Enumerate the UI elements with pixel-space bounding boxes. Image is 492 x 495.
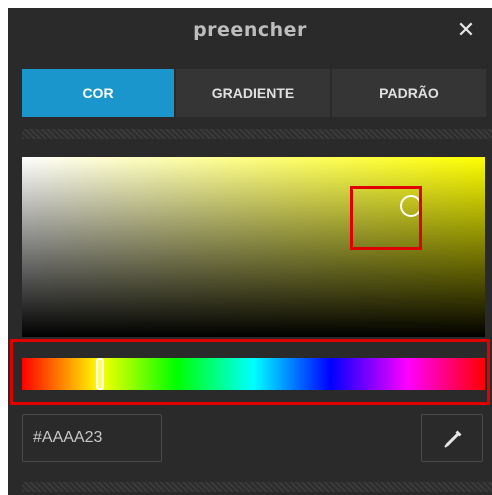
color-picker-handle[interactable] [399, 194, 422, 217]
dialog-header: preencher ✕ [8, 8, 492, 60]
tab-gradiente[interactable]: GRADIENTE [174, 69, 330, 117]
hue-slider[interactable] [22, 358, 485, 390]
divider-pattern-bottom [22, 482, 492, 492]
dialog-title: preencher [193, 19, 307, 41]
tab-padrao[interactable]: PADRÃO [330, 69, 486, 117]
saturation-brightness-area[interactable] [22, 157, 485, 337]
hue-slider-handle[interactable] [96, 358, 105, 390]
fill-type-tabs: COR GRADIENTE PADRÃO [22, 69, 492, 117]
fill-dialog: preencher ✕ COR GRADIENTE PADRÃO [8, 8, 492, 495]
close-icon[interactable]: ✕ [454, 19, 478, 43]
hex-color-input[interactable] [22, 414, 162, 462]
divider-pattern [22, 129, 492, 139]
eyedropper-button[interactable] [421, 414, 483, 462]
tab-cor[interactable]: COR [22, 69, 174, 117]
eyedropper-icon [444, 430, 462, 448]
